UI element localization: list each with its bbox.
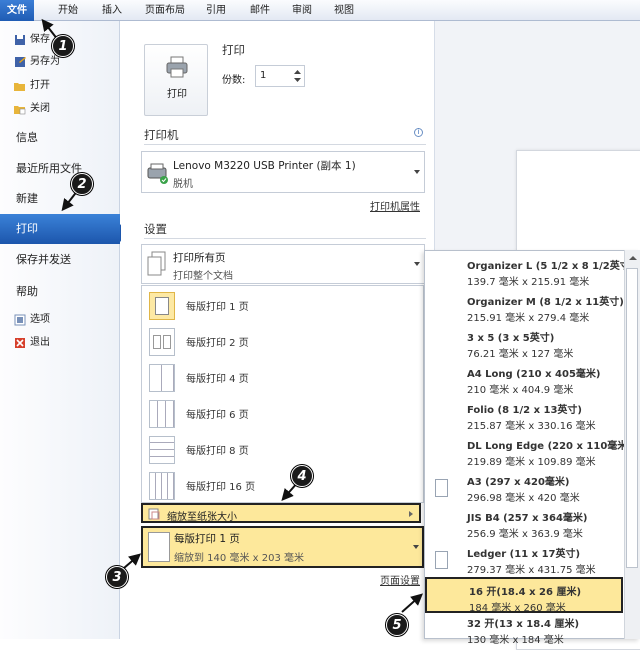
callout-badge-2: 2	[71, 173, 93, 195]
annotation-arrows	[41, 18, 423, 613]
callout-badge-5: 5	[386, 614, 408, 636]
callout-badge-1: 1	[52, 35, 74, 57]
callout-badge-3: 3	[106, 566, 128, 588]
callout-badge-4: 4	[291, 465, 313, 487]
